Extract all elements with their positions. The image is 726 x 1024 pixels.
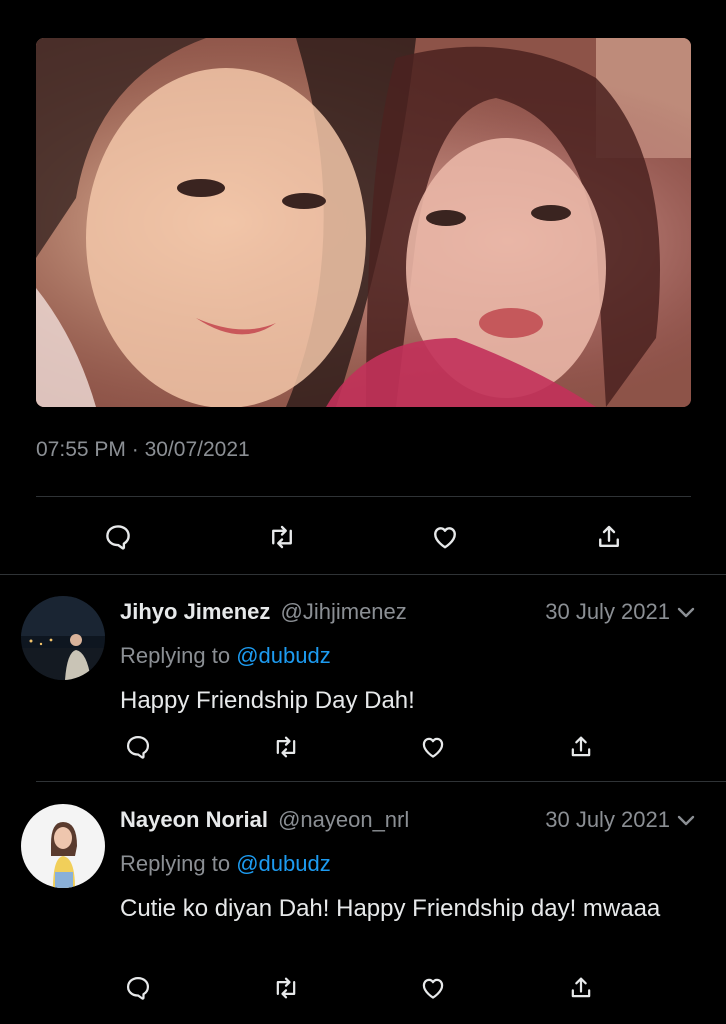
tweet-timestamp[interactable]: 07:55 PM · 30/07/2021: [36, 438, 250, 462]
reply-button[interactable]: [120, 970, 156, 1006]
share-icon: [571, 977, 591, 998]
reply-item[interactable]: Nayeon Norial @nayeon_nrl 30 July 2021 R…: [0, 782, 726, 1024]
avatar[interactable]: [21, 804, 105, 888]
share-button[interactable]: [563, 970, 599, 1006]
like-icon: [422, 978, 444, 999]
avatar[interactable]: [21, 596, 105, 680]
share-icon: [571, 736, 591, 757]
avatar-image: [21, 596, 105, 680]
reply-date: 30 July 2021: [545, 599, 698, 625]
replying-prefix: Replying to: [120, 851, 231, 876]
tweet-photo[interactable]: [36, 38, 691, 407]
reply-icon: [106, 525, 130, 550]
mention-link[interactable]: @dubudz: [236, 643, 331, 668]
author-name[interactable]: Nayeon Norial: [120, 807, 268, 832]
tweet-date: 30/07/2021: [144, 438, 250, 461]
like-icon: [434, 527, 456, 549]
reply-icon: [126, 735, 150, 759]
reply-actions: [0, 729, 726, 765]
reply-date: 30 July 2021: [545, 807, 698, 833]
share-button[interactable]: [563, 729, 599, 765]
reply-button[interactable]: [98, 517, 138, 557]
chevron-down-icon[interactable]: [674, 808, 698, 832]
author-handle[interactable]: @nayeon_nrl: [278, 807, 409, 832]
like-button[interactable]: [415, 729, 451, 765]
retweet-icon: [272, 525, 292, 549]
retweet-button[interactable]: [268, 729, 304, 765]
meta-separator: ·: [131, 438, 139, 461]
author-handle[interactable]: @Jihjimenez: [281, 599, 407, 624]
reply-date-text: 30 July 2021: [545, 807, 670, 832]
avatar-image: [21, 804, 105, 888]
reply-actions: [0, 970, 726, 1006]
tweet-actions: [0, 517, 726, 557]
tweet-time: 07:55 PM: [36, 438, 126, 461]
retweet-button[interactable]: [262, 517, 302, 557]
like-button[interactable]: [415, 970, 451, 1006]
like-icon: [422, 737, 444, 758]
reply-item[interactable]: Jihyo Jimenez @Jihjimenez 30 July 2021 R…: [0, 574, 726, 782]
reply-button[interactable]: [120, 729, 156, 765]
share-button[interactable]: [589, 517, 629, 557]
replying-to: Replying to @dubudz: [120, 851, 331, 877]
reply-date-text: 30 July 2021: [545, 599, 670, 624]
like-button[interactable]: [425, 517, 465, 557]
reply-author[interactable]: Nayeon Norial @nayeon_nrl: [120, 807, 409, 833]
reply-author[interactable]: Jihyo Jimenez @Jihjimenez: [120, 599, 407, 625]
reply-text: Happy Friendship Day Dah!: [120, 687, 415, 714]
retweet-button[interactable]: [268, 970, 304, 1006]
divider: [36, 496, 691, 497]
replying-to: Replying to @dubudz: [120, 643, 331, 669]
retweet-icon: [276, 736, 296, 758]
reply-text: Cutie ko diyan Dah! Happy Friendship day…: [120, 895, 661, 922]
photo-illustration: [36, 38, 691, 407]
retweet-icon: [276, 977, 296, 999]
chevron-down-icon[interactable]: [674, 600, 698, 624]
reply-icon: [126, 976, 150, 1000]
mention-link[interactable]: @dubudz: [236, 851, 331, 876]
author-name[interactable]: Jihyo Jimenez: [120, 599, 270, 624]
share-icon: [599, 525, 619, 547]
replying-prefix: Replying to: [120, 643, 231, 668]
tweet-thread: 07:55 PM · 30/07/2021 Jihyo Jimenez @Jih…: [0, 0, 726, 1024]
